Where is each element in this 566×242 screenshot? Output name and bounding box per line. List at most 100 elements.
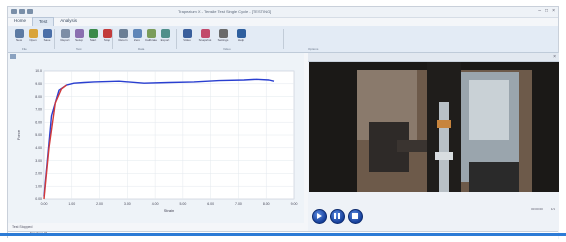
ribbon-button-label: Video [183, 39, 191, 42]
video-frame [309, 62, 559, 192]
group-label-video: Video [223, 47, 231, 51]
undo-quick-icon[interactable] [27, 9, 33, 14]
camera-icon [200, 29, 210, 38]
y-tick-label: 9.00 [35, 82, 42, 86]
ribbon-button-label: Help [237, 39, 245, 42]
ribbon-button-label: Stop [103, 39, 111, 42]
x-tick-label: 5.00 [179, 202, 186, 206]
x-axis-label: Strain [164, 208, 174, 213]
group-label-file: File [22, 47, 27, 51]
y-tick-label: 6.00 [35, 120, 42, 124]
ribbon-button-stop[interactable]: Stop [100, 29, 114, 46]
save-quick-icon[interactable] [19, 9, 25, 14]
ribbon-button-label: Zero [133, 39, 141, 42]
export-icon [160, 29, 170, 38]
y-tick-label: 7.00 [35, 108, 42, 112]
ribbon-button-label: Open [29, 39, 37, 42]
ribbon-button-settings[interactable]: Settings [216, 29, 230, 46]
new-file-icon [14, 29, 24, 38]
play-button[interactable] [312, 209, 327, 224]
status-bar: Test Stopped [8, 223, 304, 231]
close-button[interactable]: × [552, 8, 555, 15]
maximize-button[interactable]: □ [545, 8, 548, 15]
tab-analysis[interactable]: Analysis [54, 17, 83, 26]
open-folder-icon [28, 29, 38, 38]
ribbon-button-label: Settings [217, 39, 229, 42]
tab-test[interactable]: Test [32, 17, 55, 26]
ribbon-button-new[interactable]: New [12, 29, 26, 46]
ribbon-button-video[interactable]: Video [180, 29, 194, 46]
ribbon-tabs: Home Test Analysis [8, 17, 83, 26]
pause-button[interactable] [330, 209, 345, 224]
video-close-icon[interactable]: × [553, 54, 556, 60]
ribbon-button-save[interactable]: Save [40, 29, 54, 46]
window-title: Trapezium X - Tensile Test Single Cycle … [178, 9, 272, 14]
y-tick-label: 2.00 [35, 172, 42, 176]
ribbon-button-label: New [15, 39, 22, 42]
playback-controls [312, 209, 363, 224]
ribbon-button-start[interactable]: Start [86, 29, 100, 46]
setup-icon [74, 29, 84, 38]
return-icon [118, 29, 128, 38]
ribbon-button-setup[interactable]: Setup [72, 29, 86, 46]
force-strain-chart: 0.00 1.00 2.00 3.00 4.00 5.00 6.00 7.00 8.00 9.00… [16, 69, 298, 213]
ribbon-button-label: Save [43, 39, 51, 42]
video-frame-count: 1/1 [550, 207, 555, 211]
ribbon-button-zero[interactable]: Zero [130, 29, 144, 46]
start-icon [88, 29, 98, 38]
y-tick-label: 5.00 [35, 133, 42, 137]
stop-button[interactable] [348, 209, 363, 224]
group-separator [176, 29, 177, 49]
ribbon-button-report[interactable]: Report [58, 29, 72, 46]
y-tick-label: 0.00 [35, 197, 42, 201]
report-icon [60, 29, 70, 38]
save-icon [42, 29, 52, 38]
taskbar-strip [0, 233, 566, 236]
x-tick-label: 7.00 [235, 202, 242, 206]
ribbon-button-label: Report [60, 39, 70, 42]
minimize-button[interactable]: – [538, 8, 541, 15]
y-tick-label: 8.00 [35, 95, 42, 99]
ribbon-button-label: Export [160, 39, 170, 42]
y-axis-label: Force [16, 129, 21, 140]
status-text: Test Stopped [12, 225, 33, 229]
group-separator [54, 29, 55, 49]
application-window: Trapezium X - Tensile Test Single Cycle … [7, 6, 559, 240]
ribbon-button-label: Return [118, 39, 128, 42]
x-tick-label: 2.00 [96, 202, 103, 206]
ribbon-button-snapshot[interactable]: Snapshot [198, 29, 212, 46]
video-time: 00:00:00 [531, 207, 543, 211]
x-tick-label: 0.00 [41, 202, 48, 206]
ribbon-button-help[interactable]: Help [234, 29, 248, 46]
ribbon-button-open[interactable]: Open [26, 29, 40, 46]
y-tick-label: 1.00 [35, 184, 42, 188]
app-menu-icon[interactable] [11, 9, 17, 14]
ribbon-button-label: Start [89, 39, 97, 42]
calibrate-icon [146, 29, 156, 38]
x-tick-label: 9.00 [291, 202, 298, 206]
x-tick-label: 3.00 [124, 202, 131, 206]
y-tick-label: 4.00 [35, 146, 42, 150]
ribbon-toolbar: File Test Data Video Options New Open Save… [8, 26, 558, 53]
ribbon-button-return[interactable]: Return [116, 29, 130, 46]
help-icon [236, 29, 246, 38]
x-tick-label: 8.00 [263, 202, 270, 206]
group-label-data: Data [138, 47, 145, 51]
y-tick-label: 10.0 [35, 69, 42, 73]
y-tick-label: 3.00 [35, 159, 42, 163]
x-tick-label: 1.00 [68, 202, 75, 206]
chart-pane: 0.00 1.00 2.00 3.00 4.00 5.00 6.00 7.00 8.00 9.00… [8, 53, 304, 223]
tab-home[interactable]: Home [8, 17, 32, 26]
group-label-options: Options [308, 47, 319, 51]
quick-access-toolbar [11, 9, 33, 14]
ribbon-button-calibrate[interactable]: Calibrate [144, 29, 158, 46]
x-tick-label: 4.00 [152, 202, 159, 206]
window-controls: – □ × [538, 8, 555, 15]
ribbon-button-export[interactable]: Export [158, 29, 172, 46]
video-header: × [308, 53, 559, 62]
video-icon [182, 29, 192, 38]
ribbon-button-label: Setup [75, 39, 83, 42]
zero-icon [132, 29, 142, 38]
x-tick-label: 6.00 [207, 202, 214, 206]
settings-icon [218, 29, 228, 38]
